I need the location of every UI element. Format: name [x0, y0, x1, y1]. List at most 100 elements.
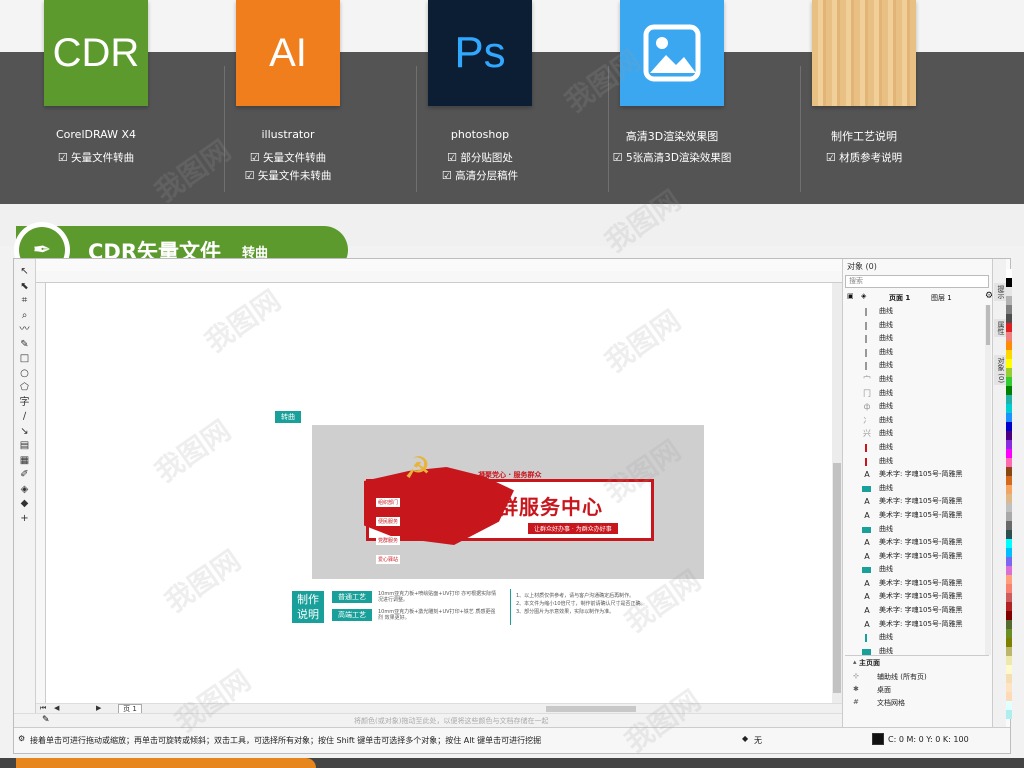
object-list-scrollbar[interactable] — [985, 305, 991, 655]
color-swatch[interactable] — [1006, 287, 1012, 296]
color-swatch[interactable] — [1006, 377, 1012, 386]
eyedropper-tool-icon[interactable]: ✐ — [17, 468, 32, 482]
object-row[interactable]: A 美术字: 字魂105号-简雅黑 — [845, 618, 983, 632]
smart-fill-icon[interactable]: ◆ — [17, 497, 32, 511]
color-swatch[interactable] — [1006, 332, 1012, 341]
first-page-icon[interactable]: ⏮ — [40, 704, 46, 713]
color-swatch[interactable] — [1006, 305, 1012, 314]
color-swatch[interactable] — [1006, 629, 1012, 638]
object-row[interactable]: A 美术字: 字魂105号-简雅黑 — [845, 550, 983, 564]
color-swatch[interactable] — [1006, 395, 1012, 404]
master-row[interactable]: ⊹ 辅助线 (所有页) — [845, 672, 989, 685]
object-row[interactable]: 曲线 — [845, 319, 983, 333]
object-row[interactable]: A 美术字: 字魂105号-简雅黑 — [845, 509, 983, 523]
color-swatch[interactable] — [1006, 503, 1012, 512]
parallel-dimension-icon[interactable]: ∕ — [17, 410, 32, 424]
color-swatch[interactable] — [1006, 611, 1012, 620]
object-row[interactable]: A 美术字: 字魂105号-简雅黑 — [845, 604, 983, 618]
object-row[interactable]: 曲线 — [845, 482, 983, 496]
drawing-canvas[interactable]: 转曲 ☭ 组织部门便民服务党群服务爱心驿站 凝聚党心 · 服务群众 党群服务中心… — [46, 283, 842, 703]
color-swatch[interactable] — [1006, 512, 1012, 521]
color-swatch[interactable] — [1006, 368, 1012, 377]
object-row[interactable]: 冂曲线 — [845, 387, 983, 401]
prev-page-icon[interactable]: ◀ — [54, 704, 59, 712]
color-swatch[interactable] — [1006, 359, 1012, 368]
color-swatch[interactable] — [1006, 620, 1012, 629]
object-row[interactable]: A 美术字: 字魂105号-简雅黑 — [845, 590, 983, 604]
object-row[interactable]: 曲线 — [845, 332, 983, 346]
pick-tool-icon[interactable]: ↖ — [17, 265, 32, 279]
canvas-vertical-scrollbar[interactable] — [832, 283, 842, 703]
eyedropper-icon[interactable]: ✎ — [42, 715, 50, 725]
polygon-tool-icon[interactable]: ⬠ — [17, 381, 32, 395]
color-swatch[interactable] — [1006, 674, 1012, 683]
color-swatch[interactable] — [1006, 530, 1012, 539]
color-swatch[interactable] — [1006, 692, 1012, 701]
page-icon[interactable]: ▣ — [847, 292, 854, 300]
object-row[interactable]: 曲线 — [845, 563, 983, 577]
color-swatch[interactable] — [1006, 494, 1012, 503]
connector-tool-icon[interactable]: ↘ — [17, 425, 32, 439]
color-swatch[interactable] — [1006, 341, 1012, 350]
horizontal-ruler[interactable] — [36, 271, 842, 283]
color-swatch[interactable] — [1006, 566, 1012, 575]
color-swatch[interactable] — [1006, 638, 1012, 647]
object-row[interactable]: 曲线 — [845, 346, 983, 360]
color-swatch[interactable] — [1006, 458, 1012, 467]
object-row[interactable]: 冫曲线 — [845, 414, 983, 428]
color-swatch[interactable] — [1006, 485, 1012, 494]
color-swatch[interactable] — [1006, 350, 1012, 359]
collapse-icon[interactable]: ▴ — [853, 658, 857, 666]
master-page-header[interactable]: ▴ 主页面 — [845, 658, 989, 671]
crop-tool-icon[interactable]: ⌗ — [17, 294, 32, 308]
color-swatch[interactable] — [1006, 449, 1012, 458]
objects-search-input[interactable]: 搜索 — [845, 275, 989, 288]
object-row[interactable]: A 美术字: 字魂105号-简雅黑 — [845, 468, 983, 482]
freehand-tool-icon[interactable]: 〰 — [17, 323, 32, 337]
color-swatch[interactable] — [1006, 404, 1012, 413]
color-swatch[interactable] — [1006, 575, 1012, 584]
color-swatch[interactable] — [1006, 314, 1012, 323]
object-row[interactable]: 曲线 — [845, 523, 983, 537]
vertical-ruler[interactable] — [36, 283, 46, 703]
object-row[interactable]: 曲线 — [845, 305, 983, 319]
ellipse-tool-icon[interactable]: ○ — [17, 367, 32, 381]
object-row[interactable]: 曲线 — [845, 645, 983, 655]
color-swatch[interactable] — [1006, 440, 1012, 449]
color-swatch[interactable] — [1006, 386, 1012, 395]
color-swatch[interactable] — [1006, 296, 1012, 305]
object-row[interactable]: A 美术字: 字魂105号-简雅黑 — [845, 577, 983, 591]
object-row[interactable]: 曲线 — [845, 359, 983, 373]
horizontal-scroll-thumb[interactable] — [546, 706, 636, 712]
add-tool-icon[interactable]: + — [17, 512, 32, 526]
artwork-preview[interactable]: ☭ 组织部门便民服务党群服务爱心驿站 凝聚党心 · 服务群众 党群服务中心 让群… — [312, 425, 704, 579]
transparency-tool-icon[interactable]: ▦ — [17, 454, 32, 468]
color-swatch[interactable] — [1006, 521, 1012, 530]
color-swatch[interactable] — [1006, 467, 1012, 476]
object-row[interactable]: A 美术字: 字魂105号-简雅黑 — [845, 495, 983, 509]
interactive-fill-icon[interactable]: ◈ — [17, 483, 32, 497]
color-swatch[interactable] — [1006, 278, 1012, 287]
master-row[interactable]: ✱ 桌面 — [845, 685, 989, 698]
color-swatch[interactable] — [1006, 665, 1012, 674]
color-swatch[interactable] — [1006, 701, 1012, 710]
document-palette-bar[interactable]: ✎ 将颜色(或对象)拖动至此处，以便将这些颜色与文档存储在一起 — [14, 713, 842, 727]
master-row[interactable]: # 文档网格 — [845, 698, 989, 711]
settings-icon[interactable]: ⚙ — [18, 734, 25, 743]
color-swatch[interactable] — [1006, 431, 1012, 440]
object-row[interactable]: 曲线 — [845, 631, 983, 645]
scroll-thumb[interactable] — [833, 463, 841, 693]
next-page-icon[interactable]: ▶ — [96, 704, 101, 712]
side-tab-objects[interactable]: 对象 (0) — [994, 355, 1006, 386]
artistic-media-icon[interactable]: ✎ — [17, 338, 32, 352]
drop-shadow-icon[interactable]: ▤ — [17, 439, 32, 453]
color-swatch[interactable] — [1006, 557, 1012, 566]
layers-icon[interactable]: ◈ — [861, 292, 866, 300]
color-swatch[interactable] — [1006, 269, 1012, 278]
color-swatch[interactable] — [1006, 476, 1012, 485]
color-swatch[interactable] — [1006, 548, 1012, 557]
object-row[interactable]: 宀曲线 — [845, 373, 983, 387]
color-swatch[interactable] — [1006, 413, 1012, 422]
color-swatch[interactable] — [1006, 710, 1012, 719]
zoom-tool-icon[interactable]: ⌕ — [17, 309, 32, 323]
